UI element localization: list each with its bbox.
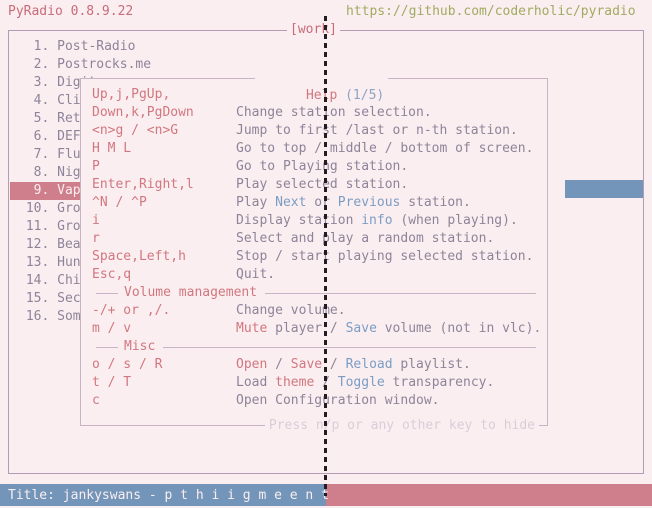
help-entry-row: Down,k,PgDown Change station selection. <box>92 104 536 122</box>
help-entry-key: Esc,q <box>92 267 132 282</box>
help-entry-description: Quit. <box>236 267 276 282</box>
help-entry-description: Change station selection. <box>236 105 432 120</box>
help-entry-row: t / T Load theme / Toggle transparency. <box>92 374 536 392</box>
help-entry-row: Enter,Right,l Play selected station. <box>92 176 536 194</box>
help-entry-row: Esc,q Quit. <box>92 266 536 284</box>
help-entry-key: Space,Left,h <box>92 249 186 264</box>
help-entry-key: m / v <box>92 321 132 336</box>
help-entry-description: Load theme / Toggle transparency. <box>236 375 495 390</box>
help-entry-row: ^N / ^P Play Next or Previous station. <box>92 194 536 212</box>
help-section-label: Misc <box>124 339 156 354</box>
help-entry-description: Play selected station. <box>236 177 409 192</box>
help-entry-key: <n>g / <n>G <box>92 123 179 138</box>
help-entry-key: Enter,Right,l <box>92 177 194 192</box>
help-entry-row: -/+ or ,/. Change volume. <box>92 302 536 320</box>
status-bar-title: Title: jankyswans - p t h i i g m e e n … <box>8 488 329 503</box>
help-entry-key: o / s / R <box>92 357 163 372</box>
help-entry-key: -/+ or ,/. <box>92 303 171 318</box>
help-entry-key: i <box>92 213 100 228</box>
help-dialog-body: Up,j,PgUp, Down,k,PgDown Change station se… <box>92 86 541 410</box>
help-entry-key: H M L <box>92 141 132 156</box>
help-entry-description: Display station info (when playing). <box>236 213 518 228</box>
help-entry-row: o / s / R Open / Save / Reload playlist. <box>92 356 536 374</box>
help-entry-description: Select and play a random station. <box>236 231 495 246</box>
help-entry-key: ^N / ^P <box>92 195 147 210</box>
help-entry-row: i Display station info (when playing). <box>92 212 536 230</box>
playlist-name-label: [work] <box>287 21 340 39</box>
help-entry-description: Stop / start playing selected station. <box>236 249 534 264</box>
help-entry-description: Jump to first /last or n-th station. <box>236 123 518 138</box>
help-section-header: Misc <box>92 338 536 356</box>
app-title: PyRadio 0.8.9.22 <box>8 4 134 19</box>
section-rule-right <box>163 346 536 348</box>
help-entry-key: c <box>92 393 100 408</box>
help-entry-row: <n>g / <n>G Jump to first /last or n-th s… <box>92 122 536 140</box>
help-entry-key: Up,j,PgUp, <box>92 87 171 102</box>
help-entry-key: P <box>92 159 100 174</box>
help-section-header: Volume management <box>92 284 536 302</box>
help-entry-key: r <box>92 231 100 246</box>
help-entry-key: t / T <box>92 375 132 390</box>
help-entry-description: Play Next or Previous station. <box>236 195 471 210</box>
help-entry-description: Mute player / Save volume (not in vlc). <box>236 321 542 336</box>
help-entry-row: P Go to Playing station. <box>92 158 536 176</box>
help-entry-row: c Open Configuration window. <box>92 392 536 410</box>
help-entry-key: Down,k,PgDown <box>92 105 194 120</box>
help-entry-description: Go to Playing station. <box>236 159 409 174</box>
help-entry-row: Space,Left,h Stop / start playing selecte… <box>92 248 536 266</box>
help-entry-description: Open Configuration window. <box>236 393 440 408</box>
help-entry-row: H M L Go to top / middle / bottom of scre… <box>92 140 536 158</box>
help-entry-description: Open / Save / Reload playlist. <box>236 357 471 372</box>
help-dialog: Help (1/5) Up,j,PgUp, Down,k,PgDown Change… <box>80 69 548 435</box>
help-dialog-footnote: Press n/p or any other key to hide <box>264 417 539 435</box>
help-entry-row: m / v Mute player / Save volume (not in v… <box>92 320 541 338</box>
selection-indicator-bar[interactable] <box>565 180 643 198</box>
station-list-item[interactable]: 1. Post-Radio <box>10 38 170 56</box>
section-rule-right <box>265 292 536 294</box>
station-list-item[interactable]: 2. Postrocks.me <box>10 56 170 74</box>
vertical-cursor-line <box>324 16 327 496</box>
repo-url-link[interactable]: https://github.com/coderholic/pyradio <box>346 3 636 21</box>
help-entry-description: Go to top / middle / bottom of screen. <box>236 141 534 156</box>
help-entry-row: r Select and play a random station. <box>92 230 536 248</box>
section-rule-left <box>96 292 118 294</box>
pyradio-terminal-screen: PyRadio 0.8.9.22 https://github.com/code… <box>0 0 652 508</box>
section-rule-left <box>96 346 118 348</box>
help-section-label: Volume management <box>124 285 258 300</box>
help-entry-description: Change volume. <box>236 303 346 318</box>
help-entry-row: Up,j,PgUp, <box>92 86 536 104</box>
